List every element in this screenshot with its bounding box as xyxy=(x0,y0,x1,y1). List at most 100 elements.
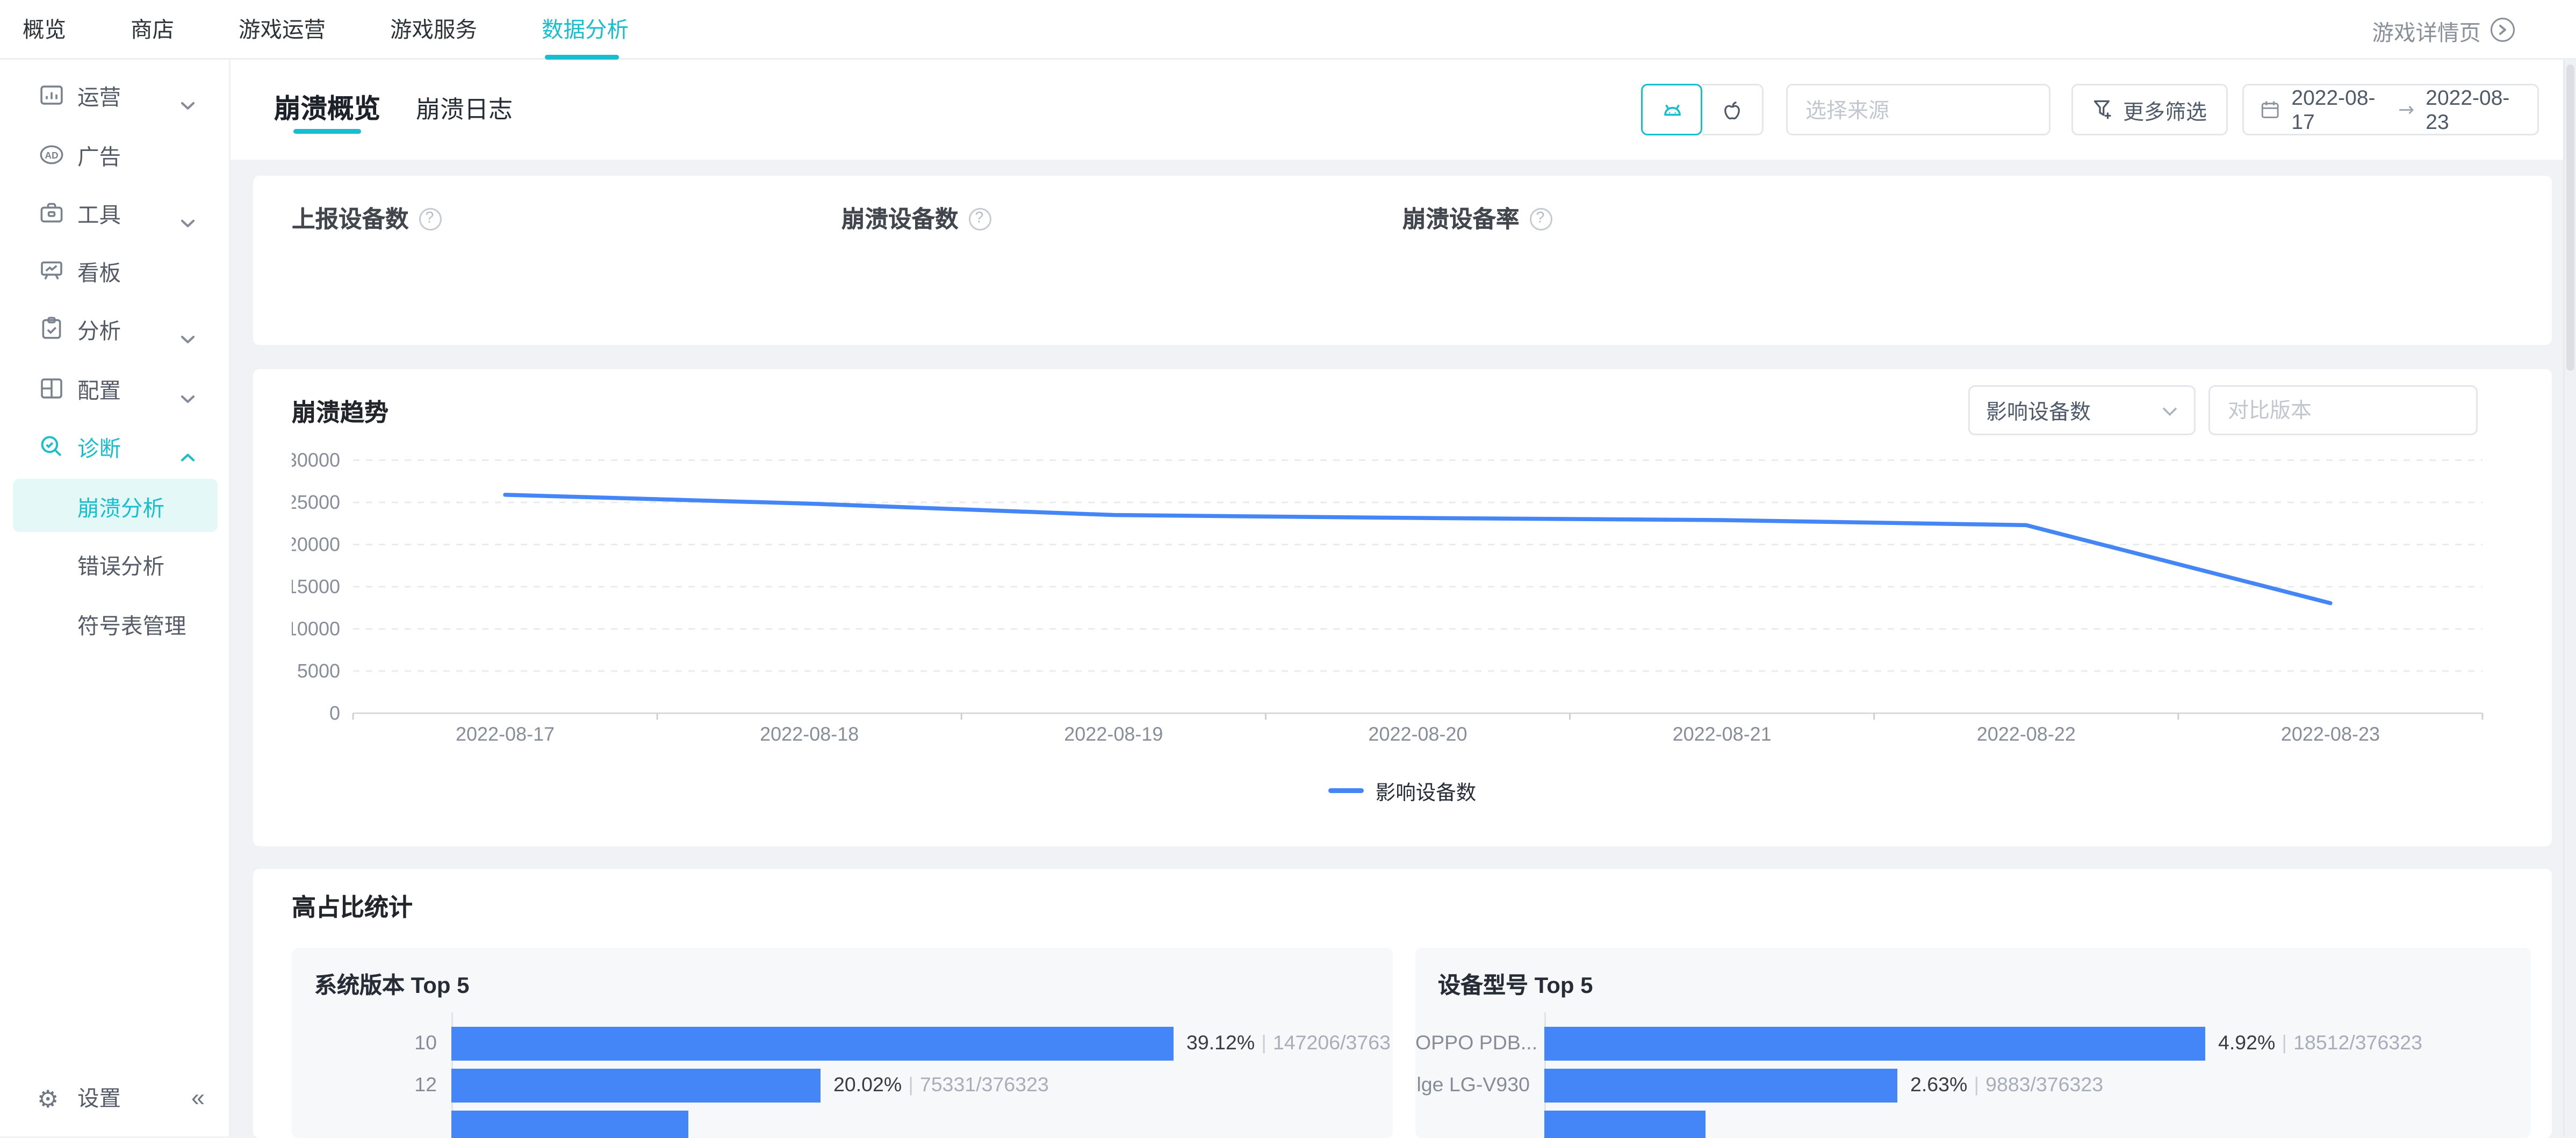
sidebar-item-label: 运营 xyxy=(77,79,121,111)
clipboard-check-icon xyxy=(39,316,64,342)
calendar-icon xyxy=(2260,98,2280,121)
bar-value-label: 4.92%|18512/376323 xyxy=(2218,1027,2422,1061)
device-model-top5-title: 设备型号 Top 5 xyxy=(1438,969,1593,1001)
sidebar-subitem-symbol-table[interactable]: 符号表管理 xyxy=(0,594,231,652)
bar[interactable] xyxy=(451,1069,821,1103)
crash-trend-card: 崩溃趋势 影响设备数 0 5000 10000 15000 20000 25000 3000… xyxy=(253,369,2552,846)
svg-text:20000: 20000 xyxy=(292,534,340,556)
stat-crashed-devices: 崩溃设备数 ? xyxy=(841,201,991,235)
bar-chart-icon xyxy=(39,82,64,108)
nav-item-data-analysis[interactable]: 数据分析 xyxy=(542,0,629,59)
compare-version-input[interactable] xyxy=(2208,385,2478,435)
crash-trend-chart[interactable]: 0500010000150002000025000300002022-08-17… xyxy=(292,440,2532,759)
device-model-top5-chart: 设备型号 Top 5 OPPO PDB... 4.92%|18512/376323… xyxy=(1415,948,2531,1138)
sidebar-item-label: 诊断 xyxy=(77,430,121,463)
sidebar-item-dashboard[interactable]: 看板 xyxy=(0,242,231,300)
sidebar-item-label: 广告 xyxy=(77,138,121,170)
tab-crash-logs[interactable]: 崩溃日志 xyxy=(416,92,513,126)
date-range-picker[interactable]: 2022-08-17 → 2022-08-23 xyxy=(2242,84,2539,135)
bar[interactable] xyxy=(451,1027,1174,1061)
metric-select[interactable]: 影响设备数 xyxy=(1968,385,2196,435)
help-icon[interactable]: ? xyxy=(1529,207,1552,230)
sidebar-subitem-label: 错误分析 xyxy=(77,548,164,580)
bar[interactable] xyxy=(451,1111,688,1138)
legend-line-swatch xyxy=(1329,789,1364,793)
sidebar-item-ads[interactable]: AD 广告 xyxy=(0,125,231,183)
nav-item-game-services[interactable]: 游戏服务 xyxy=(390,0,477,59)
search-check-icon xyxy=(39,434,64,459)
stat-crash-device-rate: 崩溃设备率 ? xyxy=(1402,201,1552,235)
bar[interactable] xyxy=(1544,1111,1706,1138)
nav-item-overview[interactable]: 概览 xyxy=(23,0,66,59)
sidebar-item-configuration[interactable]: 配置 xyxy=(0,359,231,417)
bar[interactable] xyxy=(1544,1069,1897,1103)
chevron-down-icon xyxy=(181,90,195,119)
stats-summary-card: 上报设备数 ? 崩溃设备数 ? 崩溃设备率 ? xyxy=(253,176,2552,345)
sidebar-item-analysis[interactable]: 分析 xyxy=(0,300,231,358)
svg-text:2022-08-19: 2022-08-19 xyxy=(1064,723,1163,745)
layout-grid-icon xyxy=(39,375,64,401)
bar-value-label: 39.12%|147206/3763 xyxy=(1186,1027,1391,1061)
android-icon xyxy=(1660,98,1684,121)
tab-crash-overview[interactable]: 崩溃概览 xyxy=(274,87,380,126)
bar[interactable] xyxy=(1544,1027,2205,1061)
svg-text:2022-08-20: 2022-08-20 xyxy=(1368,723,1467,745)
sidebar-footer: ⚙ 设置 « xyxy=(0,1079,229,1121)
svg-text:2022-08-22: 2022-08-22 xyxy=(1977,723,2076,745)
sidebar-item-tools[interactable]: 工具 xyxy=(0,183,231,241)
svg-text:25000: 25000 xyxy=(292,491,340,513)
nav-item-game-operation[interactable]: 游戏运营 xyxy=(239,0,326,59)
help-icon[interactable]: ? xyxy=(968,207,991,230)
sidebar: 运营 AD 广告 工具 看板 分析 xyxy=(0,60,231,1137)
bar-value-label: 20.02%|75331/376323 xyxy=(833,1069,1049,1103)
system-version-top5-title: 系统版本 Top 5 xyxy=(314,969,470,1001)
game-detail-label: 游戏详情页 xyxy=(2372,14,2481,46)
chevron-down-icon xyxy=(2162,398,2178,422)
collapse-sidebar-icon[interactable]: « xyxy=(191,1079,205,1121)
stat-title: 崩溃设备率 xyxy=(1402,201,1520,235)
sidebar-item-diagnostics[interactable]: 诊断 xyxy=(0,417,231,476)
sidebar-item-label: 看板 xyxy=(77,255,121,287)
chevron-down-icon xyxy=(181,207,195,236)
svg-text:15000: 15000 xyxy=(292,575,340,597)
game-detail-link[interactable]: 游戏详情页 xyxy=(2372,0,2515,60)
gear-icon[interactable]: ⚙ xyxy=(37,1081,59,1119)
sidebar-subitem-error-analysis[interactable]: 错误分析 xyxy=(0,535,231,593)
svg-text:5000: 5000 xyxy=(297,660,340,682)
ios-platform-button[interactable] xyxy=(1702,84,1764,135)
page-tab-header: 崩溃概览 崩溃日志 xyxy=(231,60,2563,160)
date-end: 2022-08-23 xyxy=(2426,85,2521,134)
sidebar-item-operations[interactable]: 运营 xyxy=(0,66,231,124)
bar-value-label: 2.63%|9883/376323 xyxy=(1910,1069,2103,1103)
sidebar-subitem-crash-analysis[interactable]: 崩溃分析 xyxy=(13,479,218,532)
android-platform-button[interactable] xyxy=(1641,84,1702,135)
stat-reported-devices: 上报设备数 ? xyxy=(292,201,441,235)
high-proportion-card: 高占比统计 系统版本 Top 5 1039.12%|147206/3763122… xyxy=(253,869,2552,1138)
svg-text:2022-08-23: 2022-08-23 xyxy=(2281,723,2380,745)
crash-trend-title: 崩溃趋势 xyxy=(292,395,388,429)
chevron-down-icon xyxy=(181,324,195,353)
high-proportion-title: 高占比统计 xyxy=(292,890,413,924)
svg-text:0: 0 xyxy=(329,702,340,724)
svg-text:10000: 10000 xyxy=(292,618,340,640)
help-icon[interactable]: ? xyxy=(419,207,441,230)
arrow-right-icon: → xyxy=(2398,98,2414,121)
bar-category-label: OPPO PDB... xyxy=(1415,1027,1530,1061)
svg-text:30000: 30000 xyxy=(292,449,340,471)
sidebar-item-label: 工具 xyxy=(77,196,121,228)
scrollbar-thumb[interactable] xyxy=(2566,64,2574,371)
more-filters-button[interactable]: 更多筛选 xyxy=(2071,84,2228,135)
sidebar-subitem-label: 崩溃分析 xyxy=(77,489,164,522)
nav-item-store[interactable]: 商店 xyxy=(131,0,174,59)
source-select-input[interactable] xyxy=(1786,84,2050,135)
chevron-down-icon xyxy=(181,383,195,412)
chart-legend[interactable]: 影响设备数 xyxy=(253,775,2552,806)
ad-icon: AD xyxy=(39,141,64,167)
sidebar-subitem-label: 符号表管理 xyxy=(77,607,186,639)
settings-label[interactable]: 设置 xyxy=(77,1079,121,1121)
active-tab-underline xyxy=(293,129,361,134)
vertical-scrollbar[interactable] xyxy=(2563,60,2576,1137)
stat-title: 上报设备数 xyxy=(292,201,409,235)
chevron-up-icon xyxy=(181,442,195,471)
trend-line-svg: 0500010000150002000025000300002022-08-17… xyxy=(292,440,2532,759)
